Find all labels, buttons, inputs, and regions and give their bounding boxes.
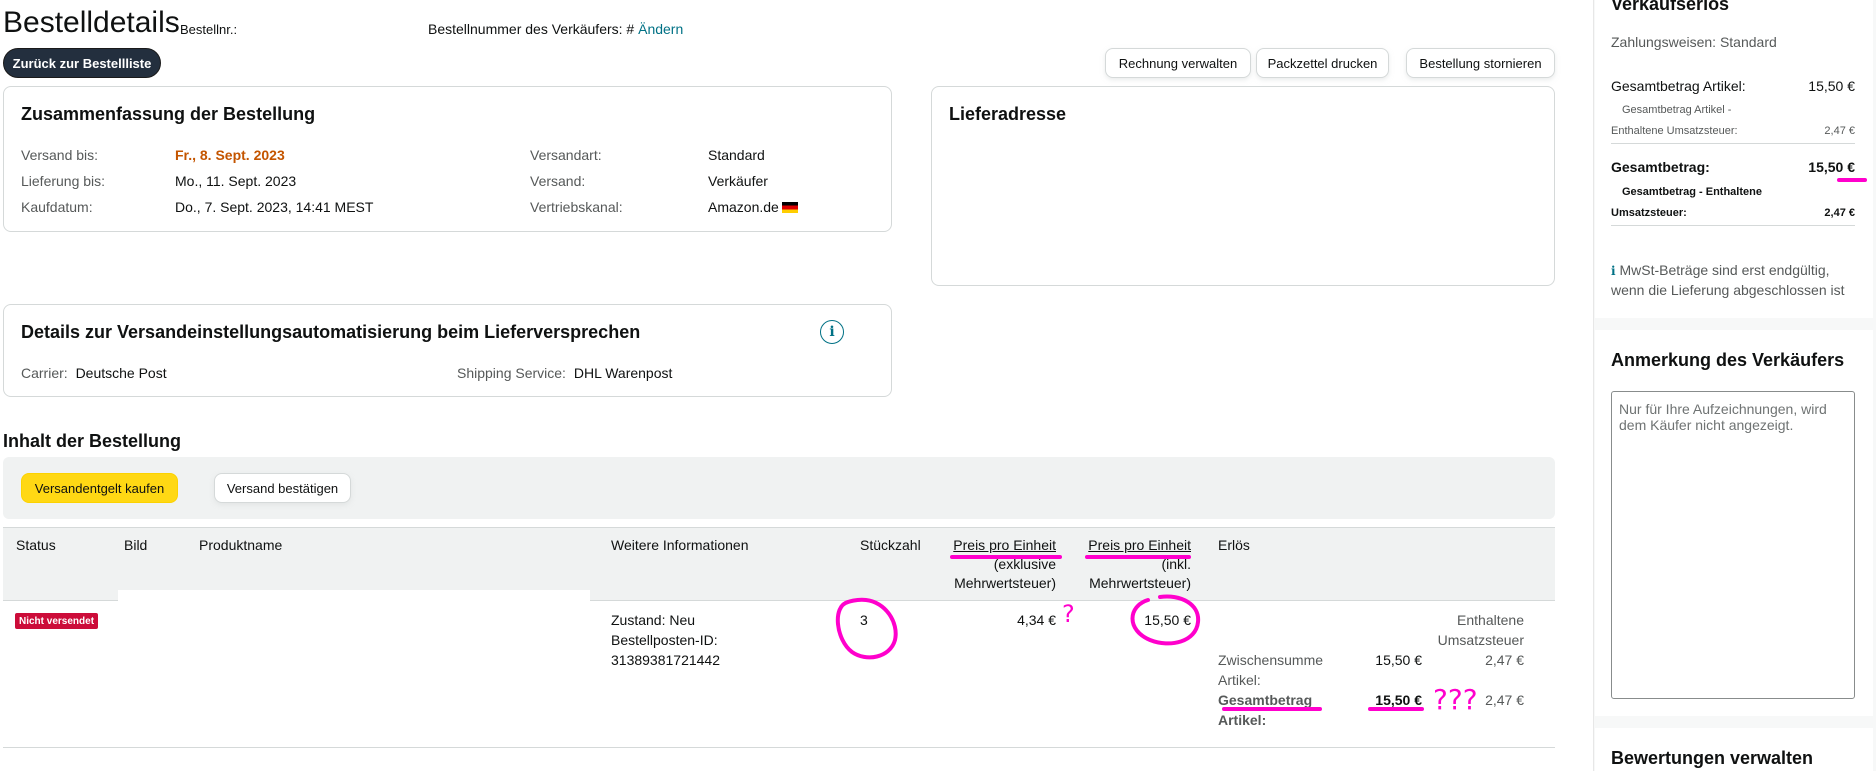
seller-order-label: Bestellnummer des Verkäufers: # — [428, 21, 635, 37]
carrier-label: Carrier: — [21, 365, 68, 381]
table-bottom-divider — [3, 747, 1555, 748]
divider — [1611, 143, 1855, 144]
change-seller-order-link[interactable]: Ändern — [638, 21, 683, 37]
item-quantity: 3 — [860, 612, 868, 628]
grand-tax-label-line2: Umsatzsteuer: — [1611, 207, 1687, 219]
items-total-value: 15,50 € — [1808, 78, 1855, 94]
shipping-service-label: Shipping Service: — [457, 365, 566, 381]
vat-note-text-1: MwSt-Beträge sind erst endgültig, — [1619, 262, 1830, 278]
page-title: Bestelldetails — [3, 6, 180, 39]
purchase-date-label: Kaufdatum: — [21, 199, 93, 215]
item-unit-price-ex-vat: 4,34 € — [1017, 612, 1056, 628]
column-more-info: Weitere Informationen — [611, 537, 749, 553]
carrier-field: Carrier: Deutsche Post — [21, 365, 167, 381]
seller-order-number: Bestellnummer des Verkäufers: # Ändern — [428, 21, 683, 37]
confirm-shipping-button[interactable]: Versand bestätigen — [214, 473, 351, 503]
shipping-automation-title: Details zur Versandeinstellungsautomatis… — [21, 322, 641, 342]
item-id-label: Bestellposten-ID: — [611, 632, 718, 648]
info-icon[interactable]: i — [820, 320, 844, 344]
column-unit-price-inc-vat: Preis pro Einheit (inkl. Mehrwertsteuer) — [1075, 537, 1191, 591]
column-unit-price-inc-line3: Mehrwertsteuer) — [1089, 575, 1191, 591]
annotation-underline — [1837, 178, 1867, 182]
shipping-method-label: Versandart: — [530, 147, 602, 163]
fulfillment-label: Versand: — [530, 173, 586, 189]
annotation-question-marks: ??? — [1433, 683, 1478, 716]
image-placeholder — [118, 590, 590, 603]
grand-total-value: 15,50 € — [1808, 159, 1855, 175]
buy-shipping-button[interactable]: Versandentgelt kaufen — [21, 473, 178, 503]
item-unit-price-inc-vat: 15,50 € — [1144, 612, 1191, 628]
items-tax-label-line2: Enthaltene Umsatzsteuer: — [1611, 125, 1738, 137]
order-contents-title: Inhalt der Bestellung — [3, 431, 182, 451]
delivery-address-title: Lieferadresse — [949, 104, 1067, 124]
seller-note-title: Anmerkung des Verkäufers — [1611, 350, 1845, 370]
subtotal-tax: 2,47 € — [1485, 652, 1524, 668]
annotation-question-mark: ? — [1062, 600, 1075, 628]
column-unit-price-ex-line3: Mehrwertsteuer) — [954, 575, 1056, 591]
order-summary-title: Zusammenfassung der Bestellung — [21, 104, 316, 124]
tax-header-line1: Enthaltene — [1457, 612, 1524, 628]
seller-note-input[interactable] — [1611, 391, 1855, 699]
annotation-underline — [1368, 707, 1424, 711]
annotation-circle-quantity — [835, 597, 898, 660]
subtotal-label-line1: Zwischensumme — [1218, 652, 1324, 668]
vat-note-line2: wenn die Lieferung abgeschlossen ist — [1611, 282, 1845, 298]
sales-channel: Amazon.de — [708, 199, 798, 215]
divider — [1611, 225, 1855, 226]
payment-methods: Zahlungsweisen: Standard — [1611, 34, 1777, 50]
items-tax-value: 2,47 € — [1824, 125, 1855, 137]
column-unit-price-ex-line1: Preis pro Einheit — [953, 537, 1056, 553]
status-badge: Nicht versendet — [15, 613, 99, 629]
column-unit-price-inc-line1: Preis pro Einheit — [1088, 537, 1191, 553]
manage-reviews-title[interactable]: Bewertungen verwalten — [1611, 748, 1813, 769]
item-id-value: 31389381721442 — [611, 652, 721, 668]
total-value: 15,50 € — [1375, 692, 1422, 708]
shipping-service-field: Shipping Service: DHL Warenpost — [457, 365, 672, 381]
ship-by-label: Versand bis: — [21, 147, 99, 163]
shipping-automation-card — [3, 304, 892, 397]
total-label-line1: Gesamtbetrag — [1218, 692, 1313, 708]
vat-note-line1: i MwSt-Beträge sind erst endgültig, — [1611, 262, 1830, 278]
tax-header-line2: Umsatzsteuer — [1437, 632, 1524, 648]
deliver-by-value: Mo., 11. Sept. 2023 — [175, 173, 297, 189]
annotation-underline — [950, 555, 1062, 559]
column-quantity: Stückzahl — [860, 537, 921, 553]
total-label-line2: Artikel: — [1218, 712, 1267, 728]
column-proceeds: Erlös — [1218, 537, 1250, 553]
back-to-order-list-button[interactable]: Zurück zur Bestellliste — [3, 48, 161, 78]
purchase-date-value: Do., 7. Sept. 2023, 14:41 MEST — [175, 199, 374, 215]
subtotal-label-line2: Artikel: — [1218, 672, 1261, 688]
ship-by-value: Fr., 8. Sept. 2023 — [175, 147, 285, 163]
grand-total-label: Gesamtbetrag: — [1611, 159, 1710, 175]
column-status: Status — [16, 537, 56, 553]
info-icon: i — [1611, 264, 1616, 278]
germany-flag-icon — [781, 202, 798, 213]
shipping-service-value: DHL Warenpost — [573, 365, 673, 381]
sales-channel-label: Vertriebskanal: — [530, 199, 623, 215]
deliver-by-label: Lieferung bis: — [21, 173, 106, 189]
fulfillment-value: Verkäufer — [708, 173, 768, 189]
sales-channel-value: Amazon.de — [708, 199, 779, 215]
column-unit-price-ex-vat: Preis pro Einheit (exklusive Mehrwertste… — [940, 537, 1056, 591]
items-tax-label-line1: Gesamtbetrag Artikel - — [1622, 104, 1732, 116]
column-product-name: Produktname — [199, 537, 283, 553]
order-number-label: Bestellnr.: — [180, 22, 238, 37]
grand-tax-label-line1: Gesamtbetrag - Enthaltene — [1622, 186, 1762, 198]
annotation-underline — [1085, 555, 1191, 559]
subtotal-value: 15,50 € — [1375, 652, 1422, 668]
print-packing-slip-button[interactable]: Packzettel drucken — [1256, 48, 1389, 78]
item-condition: Zustand: Neu — [611, 612, 696, 628]
column-image: Bild — [124, 537, 148, 553]
manage-invoice-button[interactable]: Rechnung verwalten — [1105, 48, 1251, 78]
annotation-underline — [1222, 707, 1322, 711]
shipping-method-value: Standard — [708, 147, 765, 163]
cancel-order-button[interactable]: Bestellung stornieren — [1406, 48, 1555, 78]
carrier-value: Deutsche Post — [75, 365, 167, 381]
proceeds-title: Verkaufserlös — [1611, 0, 1730, 14]
items-total-label: Gesamtbetrag Artikel: — [1611, 78, 1746, 94]
grand-tax-value: 2,47 € — [1824, 207, 1855, 219]
